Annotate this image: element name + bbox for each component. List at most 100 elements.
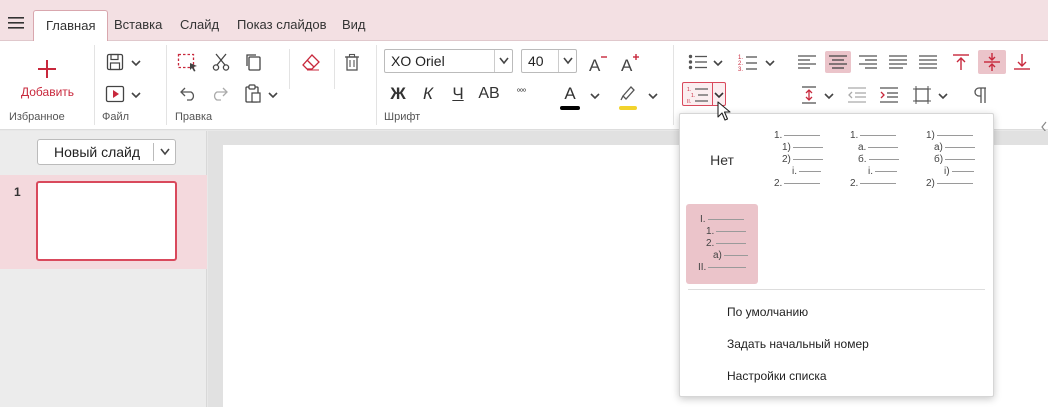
underline-button[interactable]: Ч [448, 83, 468, 105]
paste-icon[interactable] [244, 84, 262, 104]
list-style-option[interactable]: 1) а) б) i) 2) [914, 120, 986, 200]
text-box-margins-icon[interactable] [913, 86, 931, 104]
align-right-icon[interactable] [859, 55, 877, 69]
divider [334, 49, 335, 89]
tab-home[interactable]: Главная [33, 10, 109, 42]
list-level: 1) [782, 142, 823, 153]
font-size-select[interactable]: 40 [521, 49, 577, 73]
slide-number: 1 [14, 185, 21, 199]
font-color-button[interactable]: A [560, 83, 580, 105]
copy-icon[interactable] [244, 53, 262, 71]
save-icon[interactable] [106, 53, 124, 71]
menu-item-default[interactable]: По умолчанию [727, 305, 808, 319]
list-level-line [799, 170, 821, 172]
align-left-icon[interactable] [798, 55, 816, 69]
tab-insert[interactable]: Вставка [102, 10, 174, 41]
increase-indent-icon[interactable] [880, 87, 898, 103]
list-level-marker: б. [858, 154, 867, 165]
svg-text:1.: 1. [691, 93, 695, 99]
slides-panel: Новый слайд 1 [0, 131, 207, 407]
list-style-none-label: Нет [710, 152, 734, 168]
new-slide-button[interactable]: Новый слайд [37, 139, 176, 165]
list-level: I. [700, 214, 744, 225]
decrease-font-size-icon[interactable]: A [588, 53, 608, 73]
align-bottom-icon[interactable] [1013, 53, 1031, 71]
menu-item-set-start-number[interactable]: Задать начальный номер [727, 337, 869, 351]
font-size-value: 40 [528, 53, 544, 69]
cut-icon[interactable] [212, 53, 230, 71]
list-style-none[interactable]: Нет [686, 120, 758, 200]
list-level-line [951, 170, 974, 172]
new-slide-label: Новый слайд [54, 144, 141, 160]
highlighter-icon[interactable] [619, 84, 637, 102]
distribute-icon[interactable] [919, 55, 937, 69]
font-name-select[interactable]: XO Oriel [384, 49, 513, 73]
list-level: а) [713, 250, 748, 261]
divider [166, 45, 167, 125]
bold-button[interactable]: Ж [388, 83, 408, 105]
bullet-list-icon[interactable] [688, 54, 708, 70]
list-style-option-selected[interactable]: I. 1. 2. а) II. [686, 204, 758, 284]
list-level-marker: 1. [706, 226, 715, 237]
chevron-down-icon[interactable] [938, 91, 948, 101]
list-level-line [945, 158, 976, 160]
chevron-down-icon[interactable] [153, 143, 175, 161]
list-level-line [708, 266, 747, 268]
mouse-cursor-icon [717, 101, 731, 121]
list-level-line [936, 134, 973, 136]
tab-slideshow[interactable]: Показ слайдов [225, 10, 339, 41]
list-level: II. [698, 262, 747, 273]
select-area-icon[interactable] [177, 53, 199, 73]
slide-list-item[interactable]: 1 [0, 175, 207, 269]
align-top-icon[interactable] [952, 53, 970, 71]
list-style-option[interactable]: 1. а. б. i. 2. [838, 120, 910, 200]
align-center-button[interactable] [825, 51, 851, 73]
caps-button[interactable]: AB [477, 83, 501, 105]
list-level: i. [792, 166, 821, 177]
line-spacing-icon[interactable] [800, 86, 818, 104]
slide-thumbnail[interactable] [36, 181, 177, 261]
more-formatting-button[interactable]: °°° [510, 83, 532, 105]
increase-font-size-icon[interactable]: A [620, 53, 640, 73]
plus-icon[interactable] [38, 60, 56, 78]
chevron-down-icon[interactable] [131, 90, 141, 100]
align-middle-button[interactable] [978, 50, 1006, 74]
chevron-down-icon[interactable] [765, 58, 775, 68]
chevron-down-icon[interactable] [590, 91, 600, 101]
list-level-marker: а) [713, 250, 722, 261]
add-button[interactable]: Добавить [21, 85, 74, 99]
multilevel-list-icon: 1. 1. II. [687, 86, 709, 103]
menu-item-list-settings[interactable]: Настройки списка [727, 369, 827, 383]
align-middle-icon [983, 53, 1001, 71]
list-style-option[interactable]: 1. 1) 2) i. 2. [762, 120, 834, 200]
trash-icon[interactable] [343, 53, 361, 71]
list-level: i. [868, 166, 897, 177]
list-level-marker: i) [944, 166, 950, 177]
group-label-font: Шрифт [384, 111, 421, 123]
chevron-down-icon[interactable] [824, 91, 834, 101]
font-name-value: XO Oriel [391, 53, 445, 69]
pilcrow-icon[interactable] [972, 86, 988, 104]
chevron-down-icon[interactable] [558, 50, 576, 72]
align-justify-icon[interactable] [889, 55, 907, 69]
tab-slide[interactable]: Слайд [168, 10, 231, 41]
undo-icon[interactable] [179, 85, 197, 101]
italic-button[interactable]: К [418, 83, 438, 105]
eraser-icon[interactable] [301, 53, 321, 71]
list-level-marker: 2. [850, 178, 859, 189]
slideshow-start-icon[interactable] [105, 85, 125, 103]
decrease-indent-icon[interactable] [848, 87, 866, 103]
chevron-down-icon[interactable] [131, 58, 141, 68]
numbered-list-icon[interactable]: 1. 2. 3. [738, 53, 758, 71]
divider [376, 45, 377, 125]
chevron-down-icon[interactable] [714, 90, 724, 100]
chevron-down-icon[interactable] [494, 50, 512, 72]
chevron-down-icon[interactable] [713, 58, 723, 68]
tab-view[interactable]: Вид [330, 10, 378, 41]
chevron-down-icon[interactable] [648, 91, 658, 101]
list-level-line [860, 134, 897, 136]
chevron-down-icon[interactable] [268, 90, 278, 100]
menu-icon[interactable] [8, 17, 24, 29]
list-level-line [875, 170, 897, 172]
redo-icon[interactable] [211, 85, 229, 101]
